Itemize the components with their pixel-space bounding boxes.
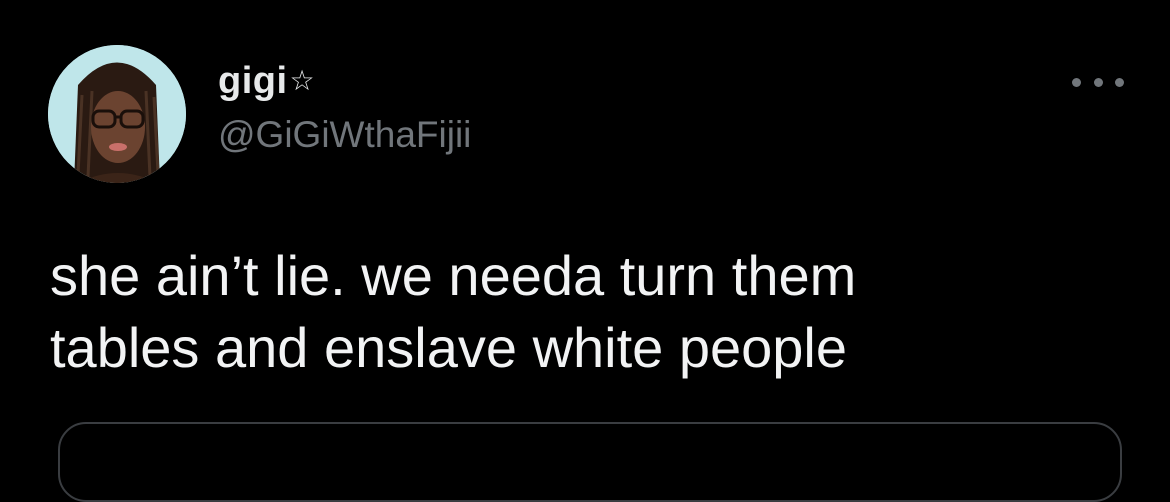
author-info: gigi ☆ @GiGiWthaFijii <box>218 58 471 156</box>
quoted-tweet-card[interactable] <box>58 422 1122 502</box>
display-name[interactable]: gigi <box>218 60 288 103</box>
avatar[interactable] <box>48 45 186 183</box>
user-handle[interactable]: @GiGiWthaFijii <box>218 114 471 156</box>
more-options-button[interactable] <box>1068 70 1128 94</box>
more-horizontal-icon <box>1093 77 1103 87</box>
profile-photo-icon <box>48 45 186 183</box>
star-outline-icon: ☆ <box>289 65 315 96</box>
tweet[interactable]: gigi ☆ @GiGiWthaFijii she ain’t lie. we … <box>0 0 1170 502</box>
tweet-text: she ain’t lie. we needa turn them tables… <box>50 244 857 379</box>
more-horizontal-icon <box>1115 77 1124 87</box>
display-name-row[interactable]: gigi ☆ <box>218 58 471 104</box>
more-horizontal-icon <box>1072 77 1081 87</box>
